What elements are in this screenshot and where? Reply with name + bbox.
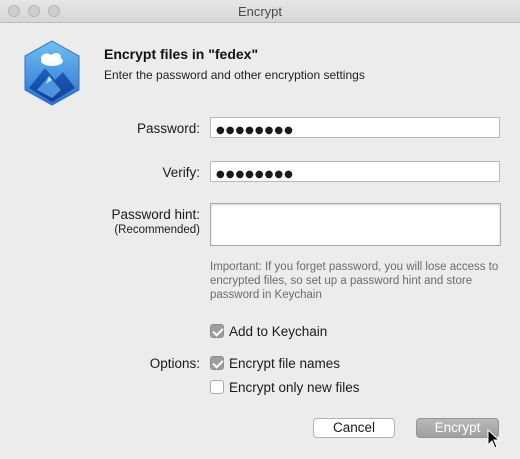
title-bar[interactable]: Encrypt bbox=[0, 0, 520, 23]
password-hint-label: Password hint: bbox=[111, 207, 200, 222]
password-warning-note: Important: If you forget password, you w… bbox=[210, 261, 499, 301]
password-label: Password: bbox=[136, 121, 200, 136]
mouse-pointer-icon bbox=[487, 429, 501, 449]
encrypt-only-new-files-checkbox[interactable] bbox=[210, 380, 224, 394]
verify-value: ●●●●●●●● bbox=[216, 169, 294, 180]
dialog-subtitle: Enter the password and other encryption … bbox=[104, 68, 365, 82]
encrypt-dialog: Encrypt Encrypt files in "fedex" Enter t… bbox=[0, 0, 520, 459]
window-title: Encrypt bbox=[237, 4, 283, 19]
dialog-title: Encrypt files in "fedex" bbox=[104, 46, 259, 62]
encrypt-only-new-files-label[interactable]: Encrypt only new files bbox=[229, 380, 360, 395]
options-label: Options: bbox=[149, 356, 200, 371]
password-field[interactable]: ●●●●●●●● bbox=[210, 117, 500, 138]
password-hint-field[interactable] bbox=[210, 203, 501, 246]
add-to-keychain-checkbox[interactable] bbox=[210, 324, 224, 338]
add-to-keychain-label[interactable]: Add to Keychain bbox=[229, 324, 327, 339]
app-mountain-icon bbox=[24, 40, 80, 106]
verify-field[interactable]: ●●●●●●●● bbox=[210, 161, 500, 182]
encrypt-file-names-label[interactable]: Encrypt file names bbox=[229, 356, 340, 371]
encrypt-file-names-checkbox[interactable] bbox=[210, 356, 224, 370]
cancel-button[interactable]: Cancel bbox=[313, 418, 395, 438]
password-hint-sublabel: (Recommended) bbox=[114, 224, 200, 236]
password-value: ●●●●●●●● bbox=[216, 125, 294, 136]
verify-label: Verify: bbox=[162, 165, 200, 180]
